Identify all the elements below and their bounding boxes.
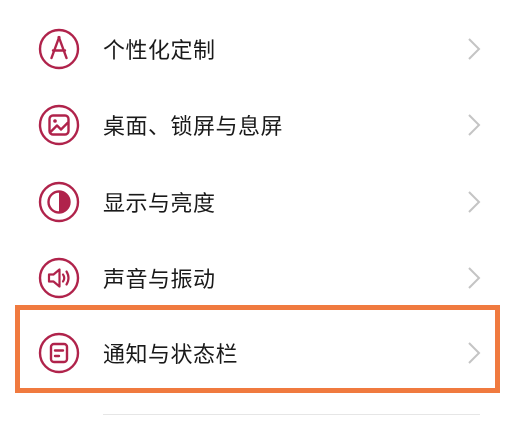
settings-item-label: 声音与振动 xyxy=(103,268,216,293)
settings-item-label: 桌面、锁屏与息屏 xyxy=(103,115,284,140)
personalization-icon xyxy=(38,28,80,70)
notification-statusbar-icon xyxy=(38,332,80,374)
settings-item-display-brightness[interactable]: 显示与亮度 xyxy=(0,164,508,240)
speaker-icon xyxy=(38,257,80,299)
settings-item-sound-vibration[interactable]: 声音与振动 xyxy=(0,240,508,316)
wallpaper-icon xyxy=(38,104,80,146)
chevron-right-icon xyxy=(466,37,482,61)
settings-item-notification-statusbar[interactable]: 通知与状态栏 xyxy=(0,315,508,391)
settings-item-label: 通知与状态栏 xyxy=(103,343,239,368)
settings-item-desktop-lockscreen[interactable]: 桌面、锁屏与息屏 xyxy=(0,87,508,163)
settings-list: 个性化定制 桌面、锁屏与息屏 显示与亮度 声音与振动 通知与状态栏 xyxy=(0,0,508,428)
display-brightness-icon xyxy=(38,181,80,223)
chevron-right-icon xyxy=(466,341,482,365)
chevron-right-icon xyxy=(466,113,482,137)
chevron-right-icon xyxy=(466,266,482,290)
list-divider xyxy=(103,414,480,415)
settings-item-personalization[interactable]: 个性化定制 xyxy=(0,11,508,87)
chevron-right-icon xyxy=(466,190,482,214)
settings-item-label: 个性化定制 xyxy=(103,39,216,64)
settings-item-label: 显示与亮度 xyxy=(103,192,216,217)
